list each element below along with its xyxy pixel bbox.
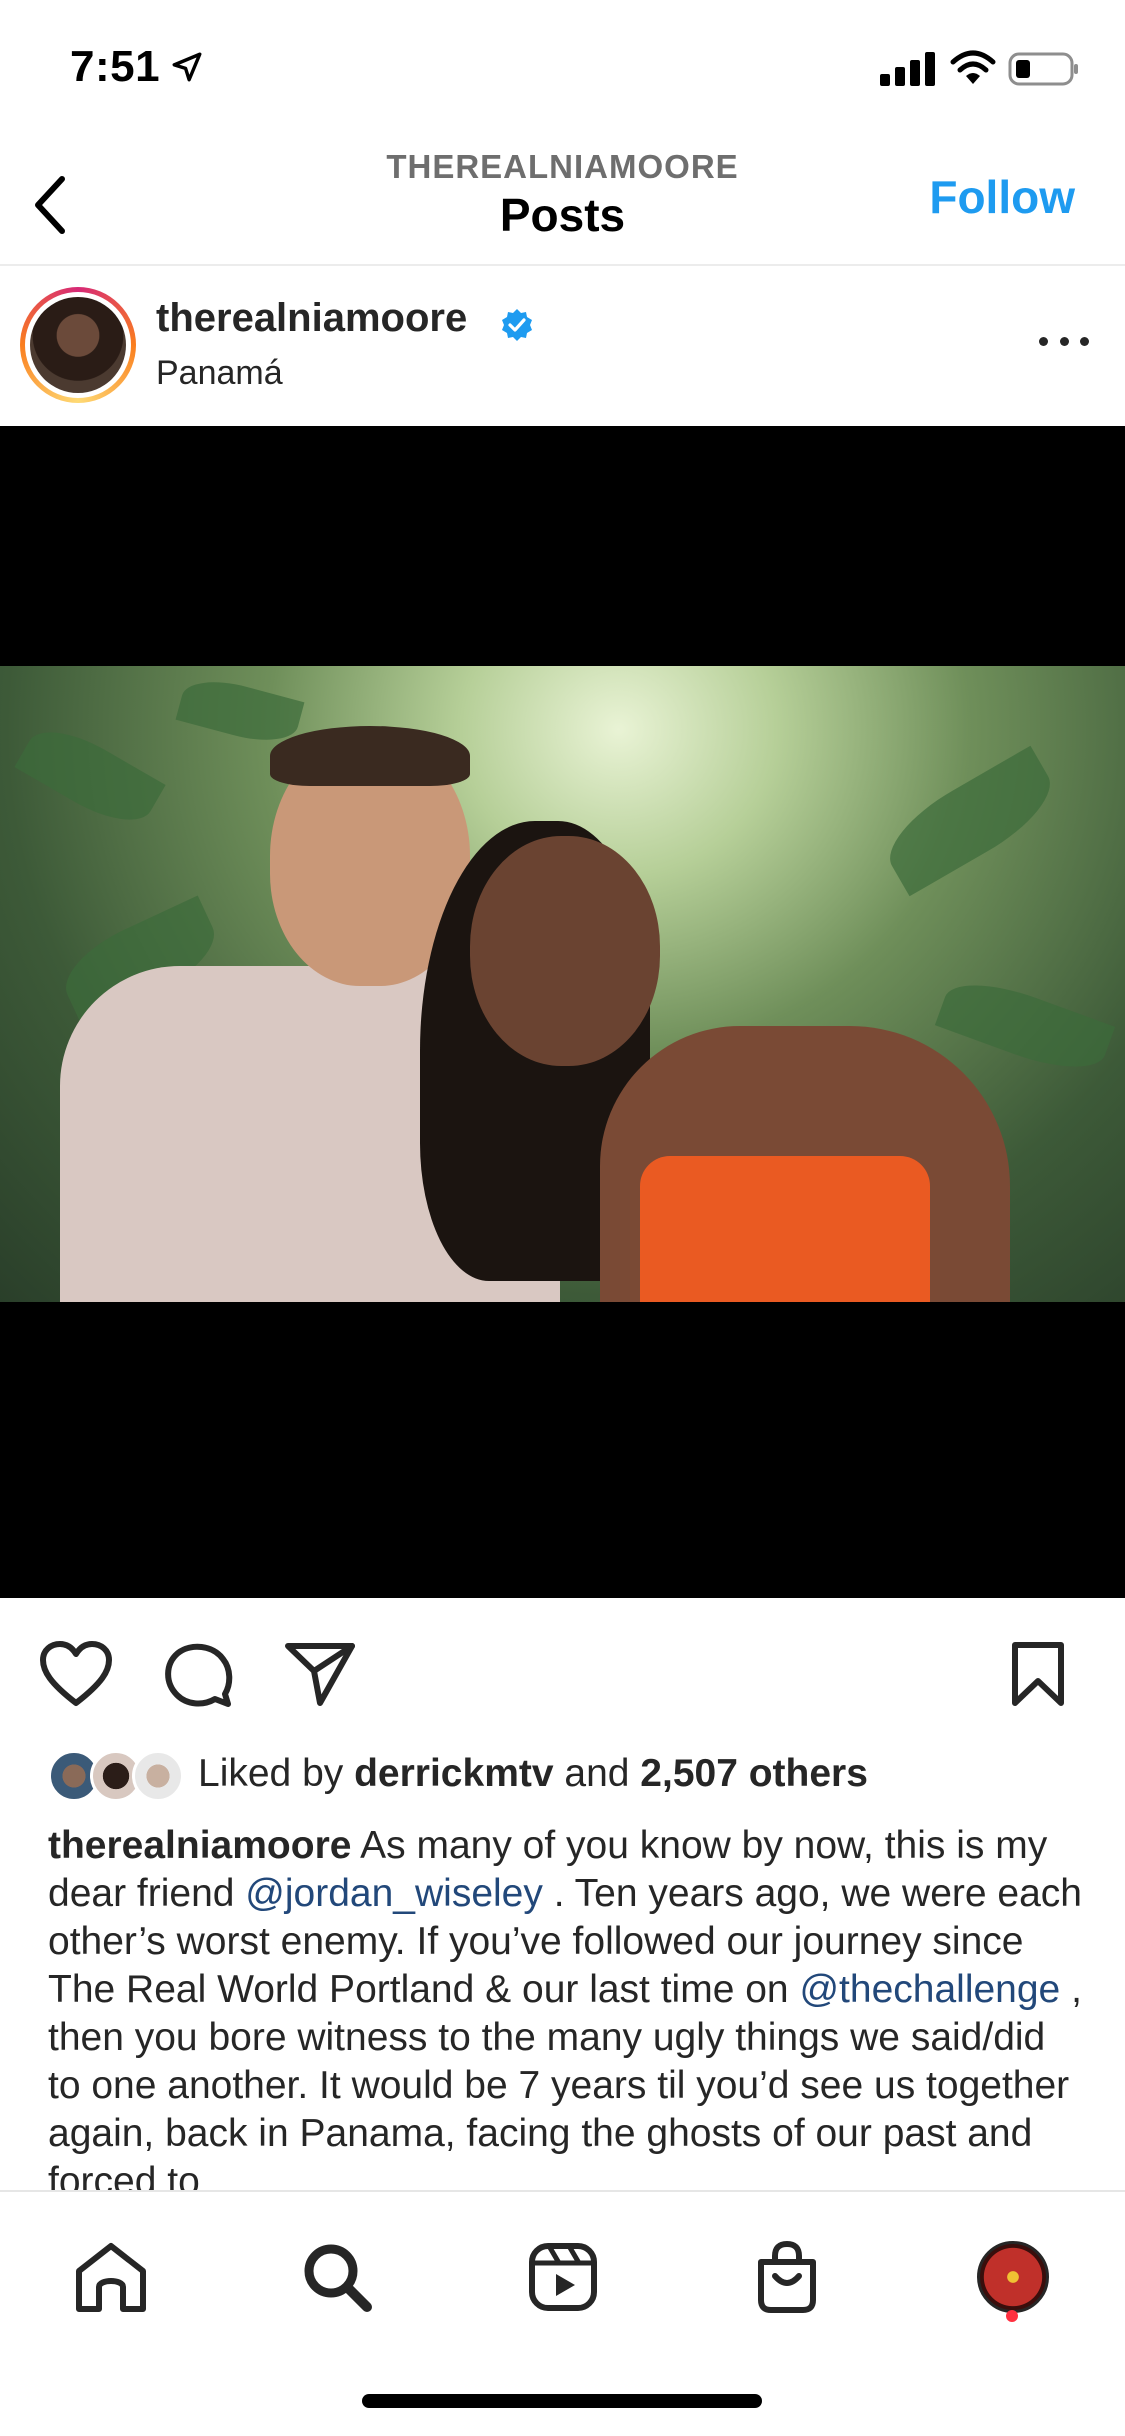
liker-avatars [48, 1746, 188, 1802]
home-indicator[interactable] [362, 2394, 762, 2408]
author-avatar[interactable] [20, 287, 136, 403]
tab-home[interactable] [66, 2232, 156, 2322]
tab-reels[interactable] [518, 2232, 608, 2322]
nav-header: THEREALNIAMOORE Posts Follow [0, 140, 1125, 266]
paper-plane-icon [285, 1643, 355, 1706]
liked-by-user[interactable]: derrickmtv [354, 1752, 553, 1795]
liked-by-row[interactable]: Liked by derrickmtv and 2,507 others [0, 1746, 1125, 1802]
notification-dot [1006, 2310, 1018, 2322]
mention-link[interactable]: @thechallenge [799, 1968, 1060, 2011]
liker-avatar [132, 1750, 184, 1802]
wifi-icon [950, 50, 996, 84]
post-caption: therealniamoore As many of you know by n… [48, 1824, 1082, 2190]
shop-icon [758, 2240, 816, 2313]
location-arrow-icon [172, 52, 202, 82]
status-bar: 7:51 [0, 0, 1125, 140]
post-actions [0, 1598, 1125, 1746]
caption-username[interactable]: therealniamoore [48, 1824, 351, 1867]
post-header: therealniamoore Panamá [0, 266, 1125, 426]
like-button[interactable] [38, 1638, 114, 1710]
verified-badge-icon [502, 309, 532, 341]
cellular-signal-icon [880, 52, 935, 86]
post-photo [0, 666, 1125, 1302]
post-media[interactable] [0, 426, 1125, 1598]
tab-search[interactable] [292, 2232, 382, 2322]
post-location[interactable]: Panamá [156, 354, 283, 393]
search-icon [304, 2244, 372, 2312]
post-username[interactable]: therealniamoore [156, 296, 467, 341]
more-horizontal-icon[interactable] [1039, 326, 1089, 356]
likes-count[interactable]: 2,507 others [640, 1752, 868, 1795]
tab-shop[interactable] [742, 2232, 832, 2322]
tab-profile[interactable] [968, 2232, 1058, 2322]
status-time: 7:51 [70, 42, 161, 91]
comment-bubble-icon [165, 1643, 233, 1707]
heart-icon [40, 1641, 112, 1706]
share-button[interactable] [282, 1638, 358, 1710]
battery-icon [1008, 52, 1078, 86]
profile-avatar [977, 2241, 1049, 2313]
home-icon [76, 2243, 146, 2312]
follow-button[interactable]: Follow [929, 170, 1075, 224]
save-button[interactable] [1000, 1638, 1076, 1710]
liked-by-text: Liked by derrickmtv and 2,507 others [198, 1752, 868, 1795]
comment-button[interactable] [160, 1638, 236, 1710]
mention-link[interactable]: @jordan_wiseley [245, 1872, 543, 1915]
bookmark-icon [1012, 1642, 1064, 1706]
reels-icon [529, 2243, 597, 2311]
